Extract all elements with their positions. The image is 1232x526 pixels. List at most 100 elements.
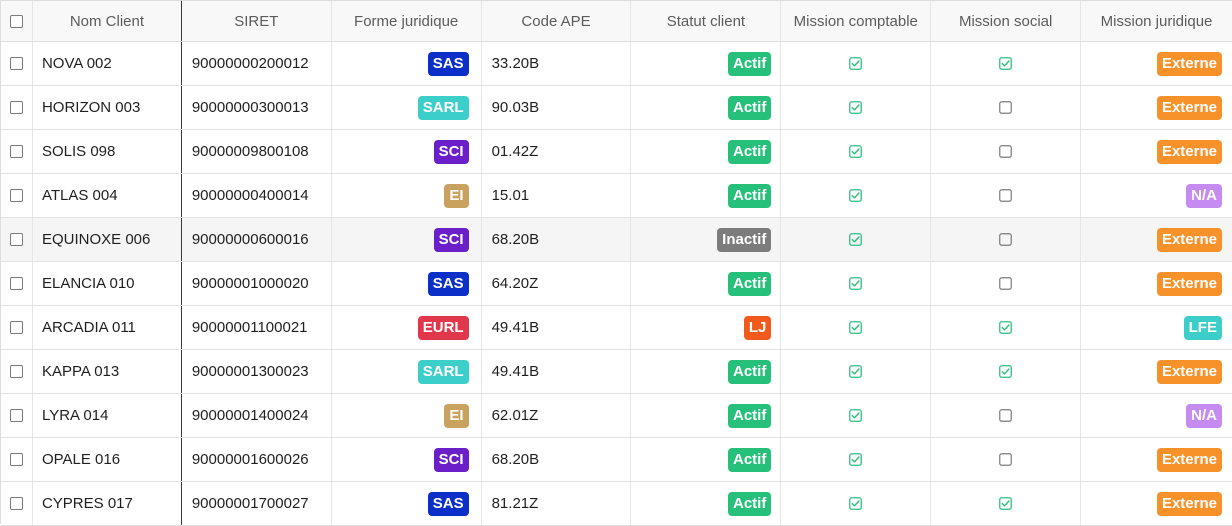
unchecked-checkbox-icon[interactable] <box>999 453 1013 466</box>
cell-nom-client[interactable]: ARCADIA 011 <box>33 306 182 349</box>
row-select-cell[interactable] <box>1 218 33 261</box>
header-siret[interactable]: SIRET <box>182 1 332 41</box>
header-select-all-cell[interactable] <box>1 1 33 41</box>
unchecked-checkbox-icon[interactable] <box>999 233 1013 246</box>
checked-checkbox-icon[interactable] <box>849 453 863 466</box>
row-select-checkbox[interactable] <box>9 145 23 158</box>
row-select-checkbox[interactable] <box>9 57 23 70</box>
cell-mission-social[interactable] <box>931 482 1082 525</box>
row-select-cell[interactable] <box>1 262 33 305</box>
cell-mission-social[interactable] <box>931 262 1082 305</box>
cell-nom-client[interactable]: CYPRES 017 <box>33 482 182 525</box>
checked-checkbox-icon[interactable] <box>849 57 863 70</box>
cell-mission-comptable[interactable] <box>781 350 932 393</box>
row-select-checkbox[interactable] <box>9 233 23 246</box>
cell-mission-social[interactable] <box>931 306 1082 349</box>
cell-nom-client[interactable]: ELANCIA 010 <box>33 262 182 305</box>
table-row[interactable]: ELANCIA 010 90000001000020 SAS 64.20Z Actif E… <box>1 262 1232 306</box>
cell-nom-client[interactable]: HORIZON 003 <box>33 86 182 129</box>
row-select-cell[interactable] <box>1 306 33 349</box>
table-row[interactable]: ARCADIA 011 90000001100021 EURL 49.41B LJ LFE <box>1 306 1232 350</box>
header-mission-comptable[interactable]: Mission comptable <box>781 1 932 41</box>
cell-mission-social[interactable] <box>931 42 1082 85</box>
unchecked-checkbox-icon[interactable] <box>999 409 1013 422</box>
unchecked-checkbox-icon[interactable] <box>999 189 1013 202</box>
row-select-cell[interactable] <box>1 174 33 217</box>
table-row[interactable]: OPALE 016 90000001600026 SCI 68.20B Actif Ext… <box>1 438 1232 482</box>
unchecked-checkbox-icon[interactable] <box>999 145 1013 158</box>
row-select-checkbox[interactable] <box>9 189 23 202</box>
checked-checkbox-icon[interactable] <box>849 321 863 334</box>
checked-checkbox-icon[interactable] <box>849 233 863 246</box>
cell-siret: 90000000400014 <box>182 174 332 217</box>
row-select-cell[interactable] <box>1 482 33 525</box>
cell-mission-comptable[interactable] <box>781 130 932 173</box>
table-row[interactable]: NOVA 002 90000000200012 SAS 33.20B Actif Exte… <box>1 42 1232 86</box>
cell-mission-comptable[interactable] <box>781 42 932 85</box>
row-select-cell[interactable] <box>1 86 33 129</box>
row-select-cell[interactable] <box>1 130 33 173</box>
checked-checkbox-icon[interactable] <box>849 497 863 510</box>
checked-checkbox-icon[interactable] <box>849 409 863 422</box>
unchecked-checkbox-icon[interactable] <box>999 277 1013 290</box>
cell-nom-client[interactable]: KAPPA 013 <box>33 350 182 393</box>
table-row[interactable]: CYPRES 017 90000001700027 SAS 81.21Z Actif Ex… <box>1 482 1232 526</box>
row-select-checkbox[interactable] <box>9 497 23 510</box>
checked-checkbox-icon[interactable] <box>999 321 1013 334</box>
checked-checkbox-icon[interactable] <box>999 57 1013 70</box>
row-select-checkbox[interactable] <box>9 101 23 114</box>
header-mission-juridique[interactable]: Mission juridique <box>1081 1 1232 41</box>
cell-mission-comptable[interactable] <box>781 262 932 305</box>
cell-nom-client[interactable]: LYRA 014 <box>33 394 182 437</box>
cell-mission-social[interactable] <box>931 218 1082 261</box>
cell-mission-social[interactable] <box>931 130 1082 173</box>
checked-checkbox-icon[interactable] <box>849 277 863 290</box>
cell-mission-social[interactable] <box>931 86 1082 129</box>
cell-mission-comptable[interactable] <box>781 438 932 481</box>
row-select-checkbox[interactable] <box>9 409 23 422</box>
cell-mission-comptable[interactable] <box>781 482 932 525</box>
checked-checkbox-icon[interactable] <box>999 497 1013 510</box>
row-select-cell[interactable] <box>1 438 33 481</box>
juridique-badge-externe: Externe <box>1156 95 1222 120</box>
checked-checkbox-icon[interactable] <box>849 145 863 158</box>
cell-nom-client[interactable]: SOLIS 098 <box>33 130 182 173</box>
cell-mission-comptable[interactable] <box>781 174 932 217</box>
checked-checkbox-icon[interactable] <box>849 189 863 202</box>
header-code-ape[interactable]: Code APE <box>482 1 632 41</box>
cell-nom-client[interactable]: NOVA 002 <box>33 42 182 85</box>
header-nom-client[interactable]: Nom Client <box>33 1 182 41</box>
checked-checkbox-icon[interactable] <box>849 101 863 114</box>
cell-nom-client[interactable]: ATLAS 004 <box>33 174 182 217</box>
cell-mission-social[interactable] <box>931 350 1082 393</box>
cell-mission-social[interactable] <box>931 394 1082 437</box>
table-row[interactable]: SOLIS 098 90000009800108 SCI 01.42Z Actif Ext… <box>1 130 1232 174</box>
cell-mission-social[interactable] <box>931 438 1082 481</box>
table-row[interactable]: EQUINOXE 006 90000000600016 SCI 68.20B Inact… <box>1 218 1232 262</box>
row-select-checkbox[interactable] <box>9 277 23 290</box>
cell-mission-social[interactable] <box>931 174 1082 217</box>
header-mission-social[interactable]: Mission social <box>931 1 1082 41</box>
header-forme-juridique[interactable]: Forme juridique <box>332 1 482 41</box>
select-all-checkbox[interactable] <box>9 14 23 28</box>
checked-checkbox-icon[interactable] <box>999 365 1013 378</box>
table-row[interactable]: KAPPA 013 90000001300023 SARL 49.41B Actif Ex… <box>1 350 1232 394</box>
table-row[interactable]: HORIZON 003 90000000300013 SARL 90.03B Actif… <box>1 86 1232 130</box>
cell-mission-comptable[interactable] <box>781 306 932 349</box>
table-row[interactable]: LYRA 014 90000001400024 EI 62.01Z Actif N/A <box>1 394 1232 438</box>
row-select-checkbox[interactable] <box>9 453 23 466</box>
row-select-cell[interactable] <box>1 42 33 85</box>
row-select-cell[interactable] <box>1 350 33 393</box>
table-row[interactable]: ATLAS 004 90000000400014 EI 15.01 Actif N/A <box>1 174 1232 218</box>
cell-mission-comptable[interactable] <box>781 218 932 261</box>
row-select-cell[interactable] <box>1 394 33 437</box>
cell-mission-comptable[interactable] <box>781 86 932 129</box>
cell-mission-comptable[interactable] <box>781 394 932 437</box>
unchecked-checkbox-icon[interactable] <box>999 101 1013 114</box>
cell-nom-client[interactable]: OPALE 016 <box>33 438 182 481</box>
row-select-checkbox[interactable] <box>9 365 23 378</box>
cell-nom-client[interactable]: EQUINOXE 006 <box>33 218 182 261</box>
row-select-checkbox[interactable] <box>9 321 23 334</box>
checked-checkbox-icon[interactable] <box>849 365 863 378</box>
header-statut-client[interactable]: Statut client <box>631 1 782 41</box>
